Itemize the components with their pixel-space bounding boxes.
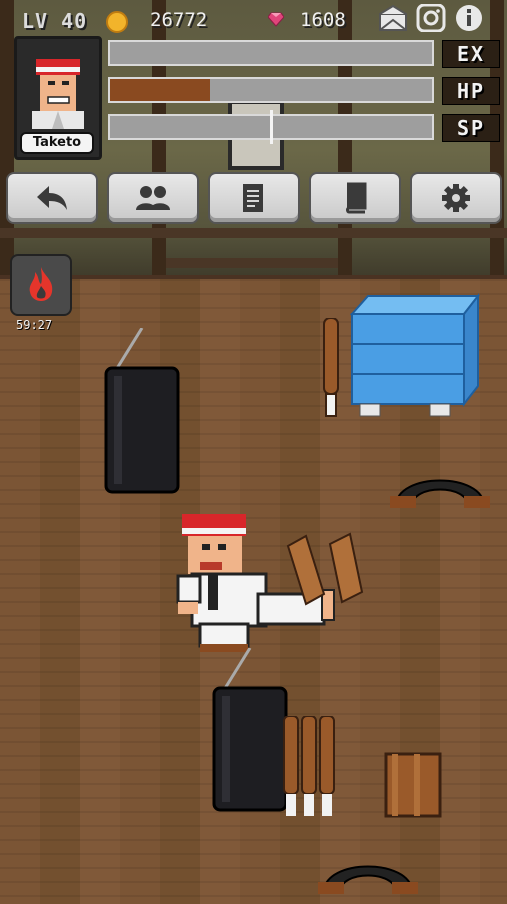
- book-icon: [346, 182, 367, 214]
- sp-marker: [270, 110, 273, 144]
- fire-icon: [29, 267, 53, 301]
- player-portrait: [32, 59, 84, 129]
- punching-bag[interactable]: [100, 328, 184, 494]
- quest-button[interactable]: [208, 172, 300, 224]
- friends-icon: [136, 186, 170, 210]
- hp-label: HP: [442, 77, 500, 105]
- skill-cooldown-timer: 59:27: [16, 318, 53, 332]
- wall-pillar: [0, 0, 14, 280]
- broken-tire[interactable]: [318, 844, 418, 896]
- quest-scroll-icon: [243, 184, 263, 212]
- gear-icon: [442, 184, 470, 212]
- back-button[interactable]: [6, 172, 98, 224]
- coin-count: 26772: [150, 9, 208, 31]
- wall-rail: [166, 258, 338, 268]
- player-avatar[interactable]: Taketo: [14, 36, 102, 160]
- gem-count: 1608: [300, 9, 346, 31]
- level-label: LV 40: [22, 9, 88, 33]
- wall-rail: [0, 228, 507, 238]
- broken-tire[interactable]: [390, 458, 490, 510]
- book-button[interactable]: [309, 172, 401, 224]
- wooden-crate[interactable]: [384, 752, 442, 818]
- player-name: Taketo: [20, 132, 94, 154]
- ex-bar: [108, 40, 434, 66]
- back-arrow-icon: [37, 186, 67, 210]
- punching-bag[interactable]: [208, 648, 292, 812]
- hp-bar: [108, 77, 434, 103]
- gem-icon: [268, 12, 284, 27]
- fire-skill-button[interactable]: [10, 254, 72, 316]
- settings-button[interactable]: [410, 172, 502, 224]
- hp-bar-fill: [110, 79, 210, 101]
- sp-bar: [108, 110, 434, 144]
- breaking-wooden-board[interactable]: [284, 532, 366, 614]
- wooden-bat-rack[interactable]: [282, 716, 338, 818]
- ice-block-stack[interactable]: [350, 292, 480, 420]
- coin-icon: [106, 11, 128, 33]
- friends-button[interactable]: [107, 172, 199, 224]
- instagram-icon[interactable]: [416, 4, 446, 32]
- sp-label: SP: [442, 114, 500, 142]
- ex-label: EX: [442, 40, 500, 68]
- info-icon[interactable]: [454, 4, 484, 32]
- sp-bar-fill: [110, 116, 271, 138]
- wooden-bat[interactable]: [318, 318, 344, 418]
- mail-icon[interactable]: [378, 4, 408, 32]
